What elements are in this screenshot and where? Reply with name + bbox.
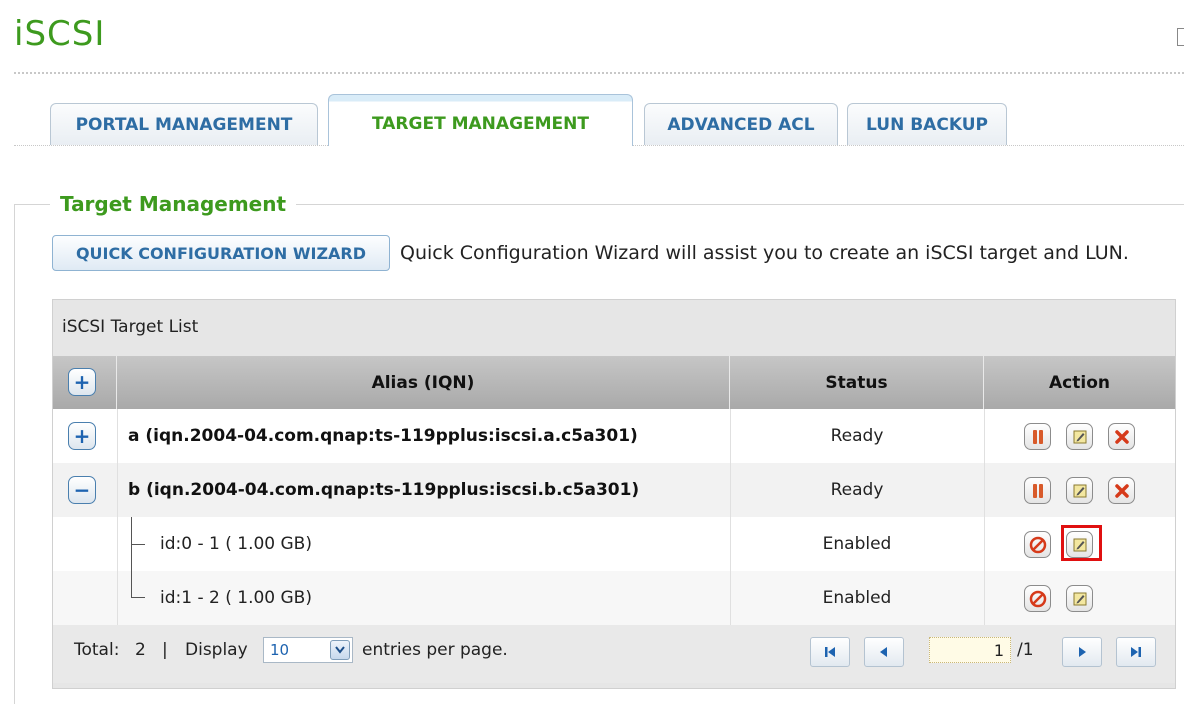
target-list-title: iSCSI Target List <box>62 317 199 337</box>
minus-icon: − <box>73 478 91 502</box>
wizard-description: Quick Configuration Wizard will assist y… <box>400 242 1129 264</box>
header-alias: Alias (IQN) <box>117 356 730 409</box>
last-page-button[interactable] <box>1116 637 1156 667</box>
add-target-button[interactable]: + <box>68 368 96 396</box>
header-action: Action <box>1049 372 1110 393</box>
lun-label: id:0 - 1 ( 1.00 GB) <box>160 534 312 554</box>
edit-target-button[interactable] <box>1066 477 1093 504</box>
first-page-icon <box>825 647 835 657</box>
column-divider <box>117 409 118 625</box>
display-label: Display <box>185 640 248 660</box>
target-alias: a (iqn.2004-04.com.qnap:ts-119pplus:iscs… <box>128 426 638 446</box>
plus-icon: + <box>73 424 91 448</box>
table-row: b (iqn.2004-04.com.qnap:ts-119pplus:iscs… <box>53 463 1175 517</box>
lun-status: Enabled <box>822 534 892 554</box>
last-page-icon <box>1131 647 1141 657</box>
footer-separator: | <box>162 640 168 660</box>
prev-page-icon <box>880 647 887 657</box>
disable-lun-button[interactable] <box>1024 585 1051 612</box>
column-divider <box>984 409 985 625</box>
column-divider <box>730 409 731 625</box>
expand-target-button[interactable]: + <box>68 422 96 450</box>
next-page-icon <box>1079 647 1086 657</box>
total-label: Total: <box>74 640 120 660</box>
target-alias: b (iqn.2004-04.com.qnap:ts-119pplus:iscs… <box>128 480 640 500</box>
delete-icon <box>1114 483 1129 498</box>
pause-icon <box>1032 429 1044 444</box>
prev-page-button[interactable] <box>864 637 904 667</box>
edit-icon <box>1073 430 1086 443</box>
first-page-button[interactable] <box>810 637 850 667</box>
total-value: 2 <box>135 640 146 660</box>
current-page-input[interactable]: 1 <box>929 637 1011 663</box>
pause-target-button[interactable] <box>1024 423 1051 450</box>
lun-label: id:1 - 2 ( 1.00 GB) <box>160 588 312 608</box>
target-status: Ready <box>830 480 884 500</box>
lun-status: Enabled <box>822 588 892 608</box>
edit-icon <box>1073 592 1086 605</box>
edit-lun-button[interactable] <box>1066 585 1093 612</box>
delete-icon <box>1114 429 1129 444</box>
pause-icon <box>1032 483 1044 498</box>
table-row: id:0 - 1 ( 1.00 GB) Enabled <box>53 517 1175 571</box>
section-legend: Target Management <box>50 192 297 216</box>
edit-target-button[interactable] <box>1066 423 1093 450</box>
collapse-target-button[interactable]: − <box>68 476 96 504</box>
table-header: Alias (IQN) Status Action <box>53 356 1175 409</box>
pause-target-button[interactable] <box>1024 477 1051 504</box>
edit-lun-highlight <box>1061 525 1102 561</box>
tab-lun-backup[interactable]: LUN BACKUP <box>847 103 1007 145</box>
tab-portal-management[interactable]: PORTAL MANAGEMENT <box>50 103 318 145</box>
edit-icon <box>1073 484 1086 497</box>
lun-tree-connector <box>131 517 132 598</box>
quick-configuration-wizard-button[interactable]: QUICK CONFIGURATION WIZARD <box>52 235 390 271</box>
page-count: /1 <box>1017 640 1034 660</box>
window-corner <box>1177 28 1184 46</box>
dropdown-arrow-icon[interactable] <box>330 640 350 660</box>
header-status: Status <box>730 356 984 409</box>
next-page-button[interactable] <box>1062 637 1102 667</box>
disable-icon <box>1029 536 1046 553</box>
plus-icon: + <box>73 370 91 394</box>
tab-target-management[interactable]: TARGET MANAGEMENT <box>328 94 633 146</box>
entries-per-page-label: entries per page. <box>362 640 508 660</box>
delete-target-button[interactable] <box>1108 423 1135 450</box>
table-row: id:1 - 2 ( 1.00 GB) Enabled <box>53 571 1175 625</box>
disable-icon <box>1029 590 1046 607</box>
page-title: iSCSI <box>14 14 106 54</box>
per-page-select[interactable]: 10 <box>263 637 353 663</box>
lun-tree-branch <box>131 544 145 545</box>
target-status: Ready <box>830 426 884 446</box>
tab-advanced-acl[interactable]: ADVANCED ACL <box>644 103 838 145</box>
per-page-value: 10 <box>270 641 290 659</box>
delete-target-button[interactable] <box>1108 477 1135 504</box>
title-divider <box>14 72 1184 74</box>
lun-tree-branch <box>131 597 145 598</box>
disable-lun-button[interactable] <box>1024 531 1051 558</box>
table-row: a (iqn.2004-04.com.qnap:ts-119pplus:iscs… <box>53 409 1175 463</box>
